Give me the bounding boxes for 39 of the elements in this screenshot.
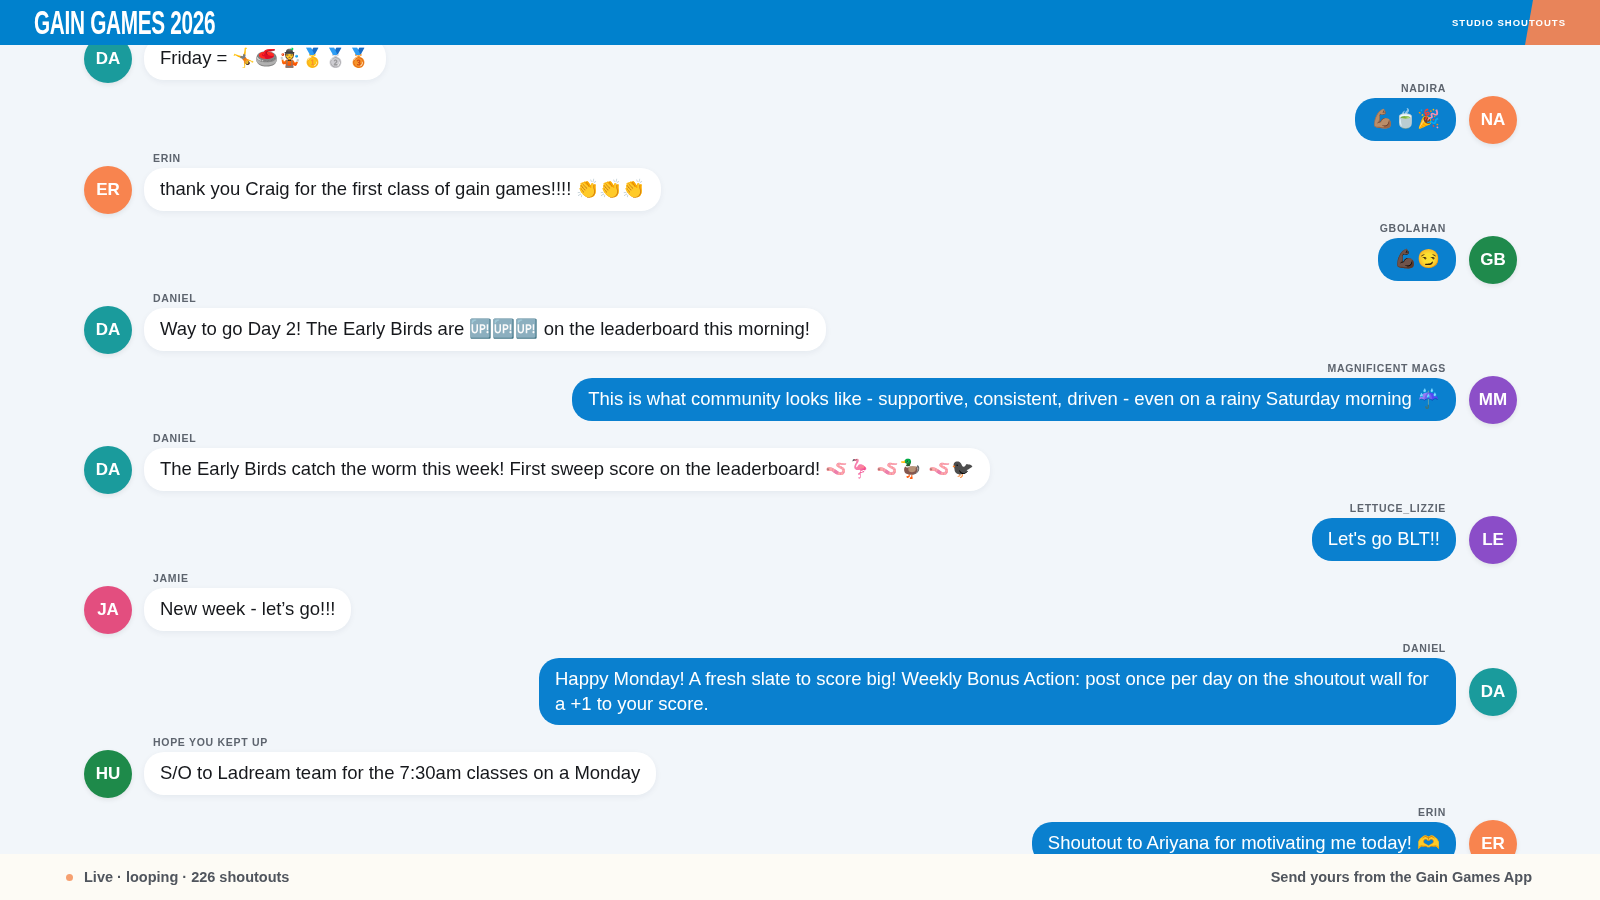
message-bubble: 💪🏿😏 — [1378, 238, 1456, 281]
message-bubble: thank you Craig for the first class of gain games!!!! 👏👏👏 — [144, 168, 662, 211]
message-bubble: Friday = 🤸🥌🤹🥇🥈🥉 — [144, 45, 387, 80]
author-name: LETTUCE_LIZZIE — [1349, 502, 1446, 514]
author-name: ERIN — [1418, 806, 1446, 818]
author-name: HOPE YOU KEPT UP — [153, 736, 268, 748]
message-bubble: Way to go Day 2! The Early Birds are 🆙🆙🆙 on the leaderboard this morning! — [144, 308, 826, 351]
user-avatar: MM — [1469, 375, 1517, 424]
app-title: GAIN GAMES 2026 — [34, 4, 216, 41]
call-to-action-text: Send yours from the Gain Games App — [1270, 869, 1532, 885]
author-name: GBOLAHAN — [1379, 222, 1446, 234]
message-bubble: Happy Monday! A fresh slate to score big! Weekly Bonus Action: post once per day on the shoutout wall for a +1 to your score. — [539, 658, 1456, 725]
author-name: DANIEL — [153, 292, 197, 304]
author-name: NADIRA — [1400, 82, 1446, 94]
message-bubble: The Early Birds catch the worm this week! First sweep score on the leaderboard! 🪱🦩 🪱🦆 🪱🐦‍⬛ — [144, 448, 990, 491]
user-avatar: ER — [84, 165, 132, 214]
user-avatar: DA — [1469, 667, 1517, 716]
user-avatar: DA — [84, 305, 132, 354]
user-avatar: JA — [84, 585, 132, 634]
user-avatar: GB — [1469, 235, 1517, 284]
user-avatar: DA — [84, 445, 132, 494]
author-name: MAGNIFICENT MAGS — [1327, 362, 1446, 374]
user-avatar: ER — [1469, 819, 1517, 854]
author-name: DANIEL — [1402, 642, 1446, 654]
user-avatar: HU — [84, 749, 132, 798]
feed-status: Live · looping · 226 shoutouts — [84, 869, 290, 885]
message-bubble: 💪🏽🍵🎉 — [1355, 98, 1456, 141]
message-bubble: This is what community looks like - supportive, consistent, driven - even on a rainy Saturday morning ☔ — [572, 378, 1456, 421]
message-bubble: New week - let’s go!!! — [144, 588, 352, 631]
message-bubble: S/O to Ladream team for the 7:30am classes on a Monday — [144, 752, 657, 795]
author-name: JAMIE — [153, 572, 189, 584]
user-avatar: NA — [1469, 95, 1517, 144]
user-avatar: LE — [1469, 515, 1517, 564]
live-dot-icon — [66, 873, 73, 881]
author-name: ERIN — [153, 152, 181, 164]
user-avatar: DA — [84, 45, 132, 83]
author-name: DANIEL — [153, 432, 197, 444]
message-bubble: Let's go BLT!! — [1311, 518, 1456, 561]
message-bubble: Shoutout to Ariyana for motivating me today! 🫶 — [1031, 822, 1456, 854]
